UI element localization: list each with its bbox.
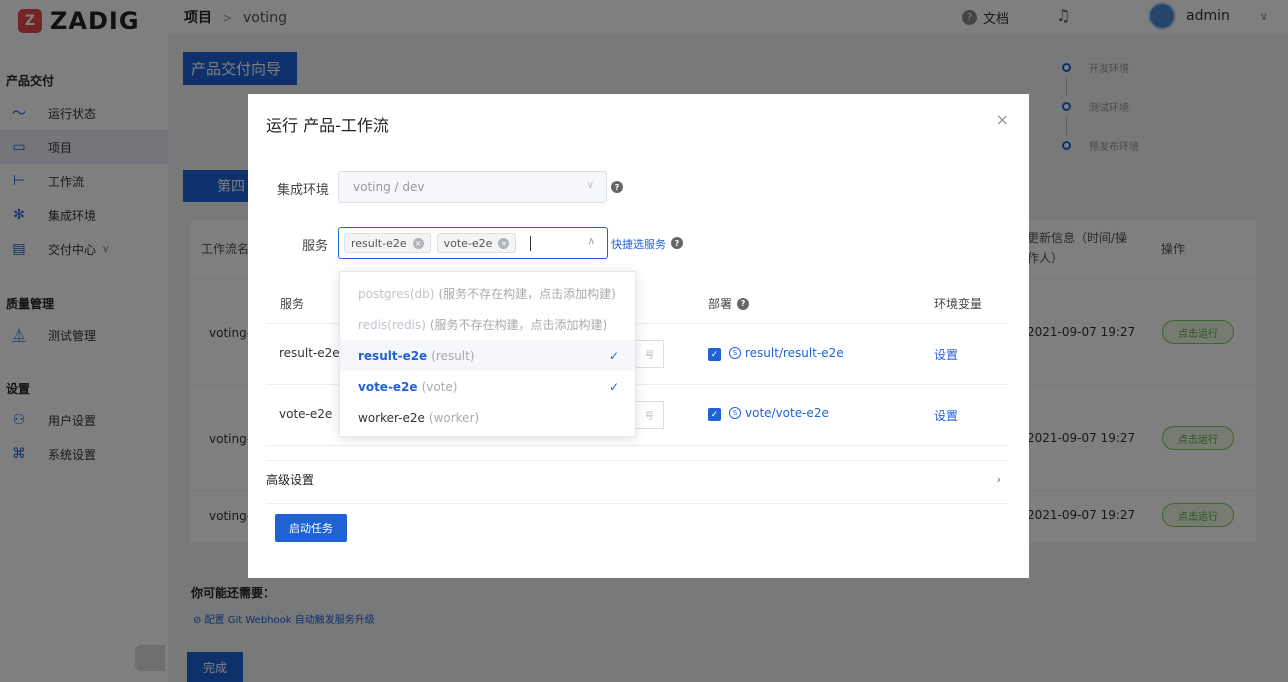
option-name: postgres(db) <box>358 286 435 301</box>
col-deploy-label: 部署 <box>708 297 733 311</box>
service-tag-label: result-e2e <box>351 236 407 250</box>
service-tag-label: vote-e2e <box>443 236 493 250</box>
service-multiselect[interactable]: result-e2e × vote-e2e × ∧ <box>338 227 608 259</box>
service-tag: vote-e2e × <box>436 233 517 253</box>
option-hint: (服务不存在构建，点击添加构建) <box>429 318 608 332</box>
dropdown-option-postgres[interactable]: postgres(db) (服务不存在构建，点击添加构建) <box>340 278 635 309</box>
start-task-button[interactable]: 启动任务 <box>275 514 347 542</box>
option-hint: (worker) <box>428 410 480 425</box>
env-select-value: voting / dev <box>353 180 425 194</box>
text-caret <box>530 235 532 251</box>
col-service: 服务 <box>280 297 305 311</box>
build-input[interactable]: 号 <box>636 401 664 429</box>
deploy-checkbox[interactable]: ✓ <box>708 348 721 361</box>
chevron-right-icon[interactable]: › <box>997 473 1001 486</box>
quick-select-services-link[interactable]: 快捷选服务 <box>611 236 666 252</box>
dropdown-option-worker-e2e[interactable]: worker-e2e (worker) <box>340 402 635 433</box>
row-divider <box>266 445 1008 446</box>
deploy-target-link[interactable]: S result/result-e2e <box>729 346 844 360</box>
service-icon: S <box>729 407 741 419</box>
dropdown-option-vote-e2e[interactable]: vote-e2e (vote) ✓ <box>340 371 635 402</box>
service-dropdown: postgres(db) (服务不存在构建，点击添加构建) redis(redi… <box>339 271 636 437</box>
help-circle-icon[interactable]: ? <box>671 237 683 249</box>
deploy-target-link[interactable]: S vote/vote-e2e <box>729 406 829 420</box>
service-row-name: vote-e2e <box>279 407 333 421</box>
option-hint: (vote) <box>421 379 458 394</box>
check-icon: ✓ <box>608 348 619 363</box>
option-name: redis(redis) <box>358 317 426 332</box>
option-name: vote-e2e <box>358 379 418 394</box>
section-divider <box>266 460 1008 461</box>
option-hint: (result) <box>431 348 475 363</box>
col-deploy: 部署 ? <box>708 295 750 312</box>
section-divider <box>266 503 1008 504</box>
chevron-up-icon: ∧ <box>587 236 595 247</box>
col-env-vars: 环境变量 <box>934 297 983 311</box>
service-icon: S <box>729 347 741 359</box>
service-label: 服务 <box>302 239 329 254</box>
help-circle-icon[interactable]: ? <box>611 181 623 193</box>
close-icon[interactable]: × <box>996 110 1009 129</box>
chevron-down-icon: ∨ <box>586 180 594 191</box>
dropdown-option-result-e2e[interactable]: result-e2e (result) ✓ <box>340 340 635 371</box>
option-name: result-e2e <box>358 348 428 363</box>
deploy-target-label: vote/vote-e2e <box>745 406 829 420</box>
build-input[interactable]: 号 <box>636 340 664 368</box>
help-circle-icon[interactable]: ? <box>737 297 750 310</box>
dropdown-option-redis[interactable]: redis(redis) (服务不存在构建，点击添加构建) <box>340 309 635 340</box>
env-settings-link[interactable]: 设置 <box>934 346 958 363</box>
env-label: 集成环境 <box>277 183 330 198</box>
deploy-target-label: result/result-e2e <box>745 346 844 360</box>
close-icon[interactable]: × <box>498 237 510 249</box>
option-name: worker-e2e <box>358 410 425 425</box>
dialog-title: 运行 产品-工作流 <box>266 116 389 135</box>
option-hint: (服务不存在构建，点击添加构建) <box>438 287 616 301</box>
deploy-checkbox[interactable]: ✓ <box>708 408 721 421</box>
service-row-name: result-e2e <box>279 346 340 360</box>
advanced-settings[interactable]: 高级设置 <box>266 471 314 488</box>
check-icon: ✓ <box>608 379 619 394</box>
env-select: voting / dev ∨ <box>338 171 607 203</box>
env-settings-link[interactable]: 设置 <box>934 407 958 424</box>
close-icon[interactable]: × <box>412 237 424 249</box>
service-tag: result-e2e × <box>344 233 431 253</box>
